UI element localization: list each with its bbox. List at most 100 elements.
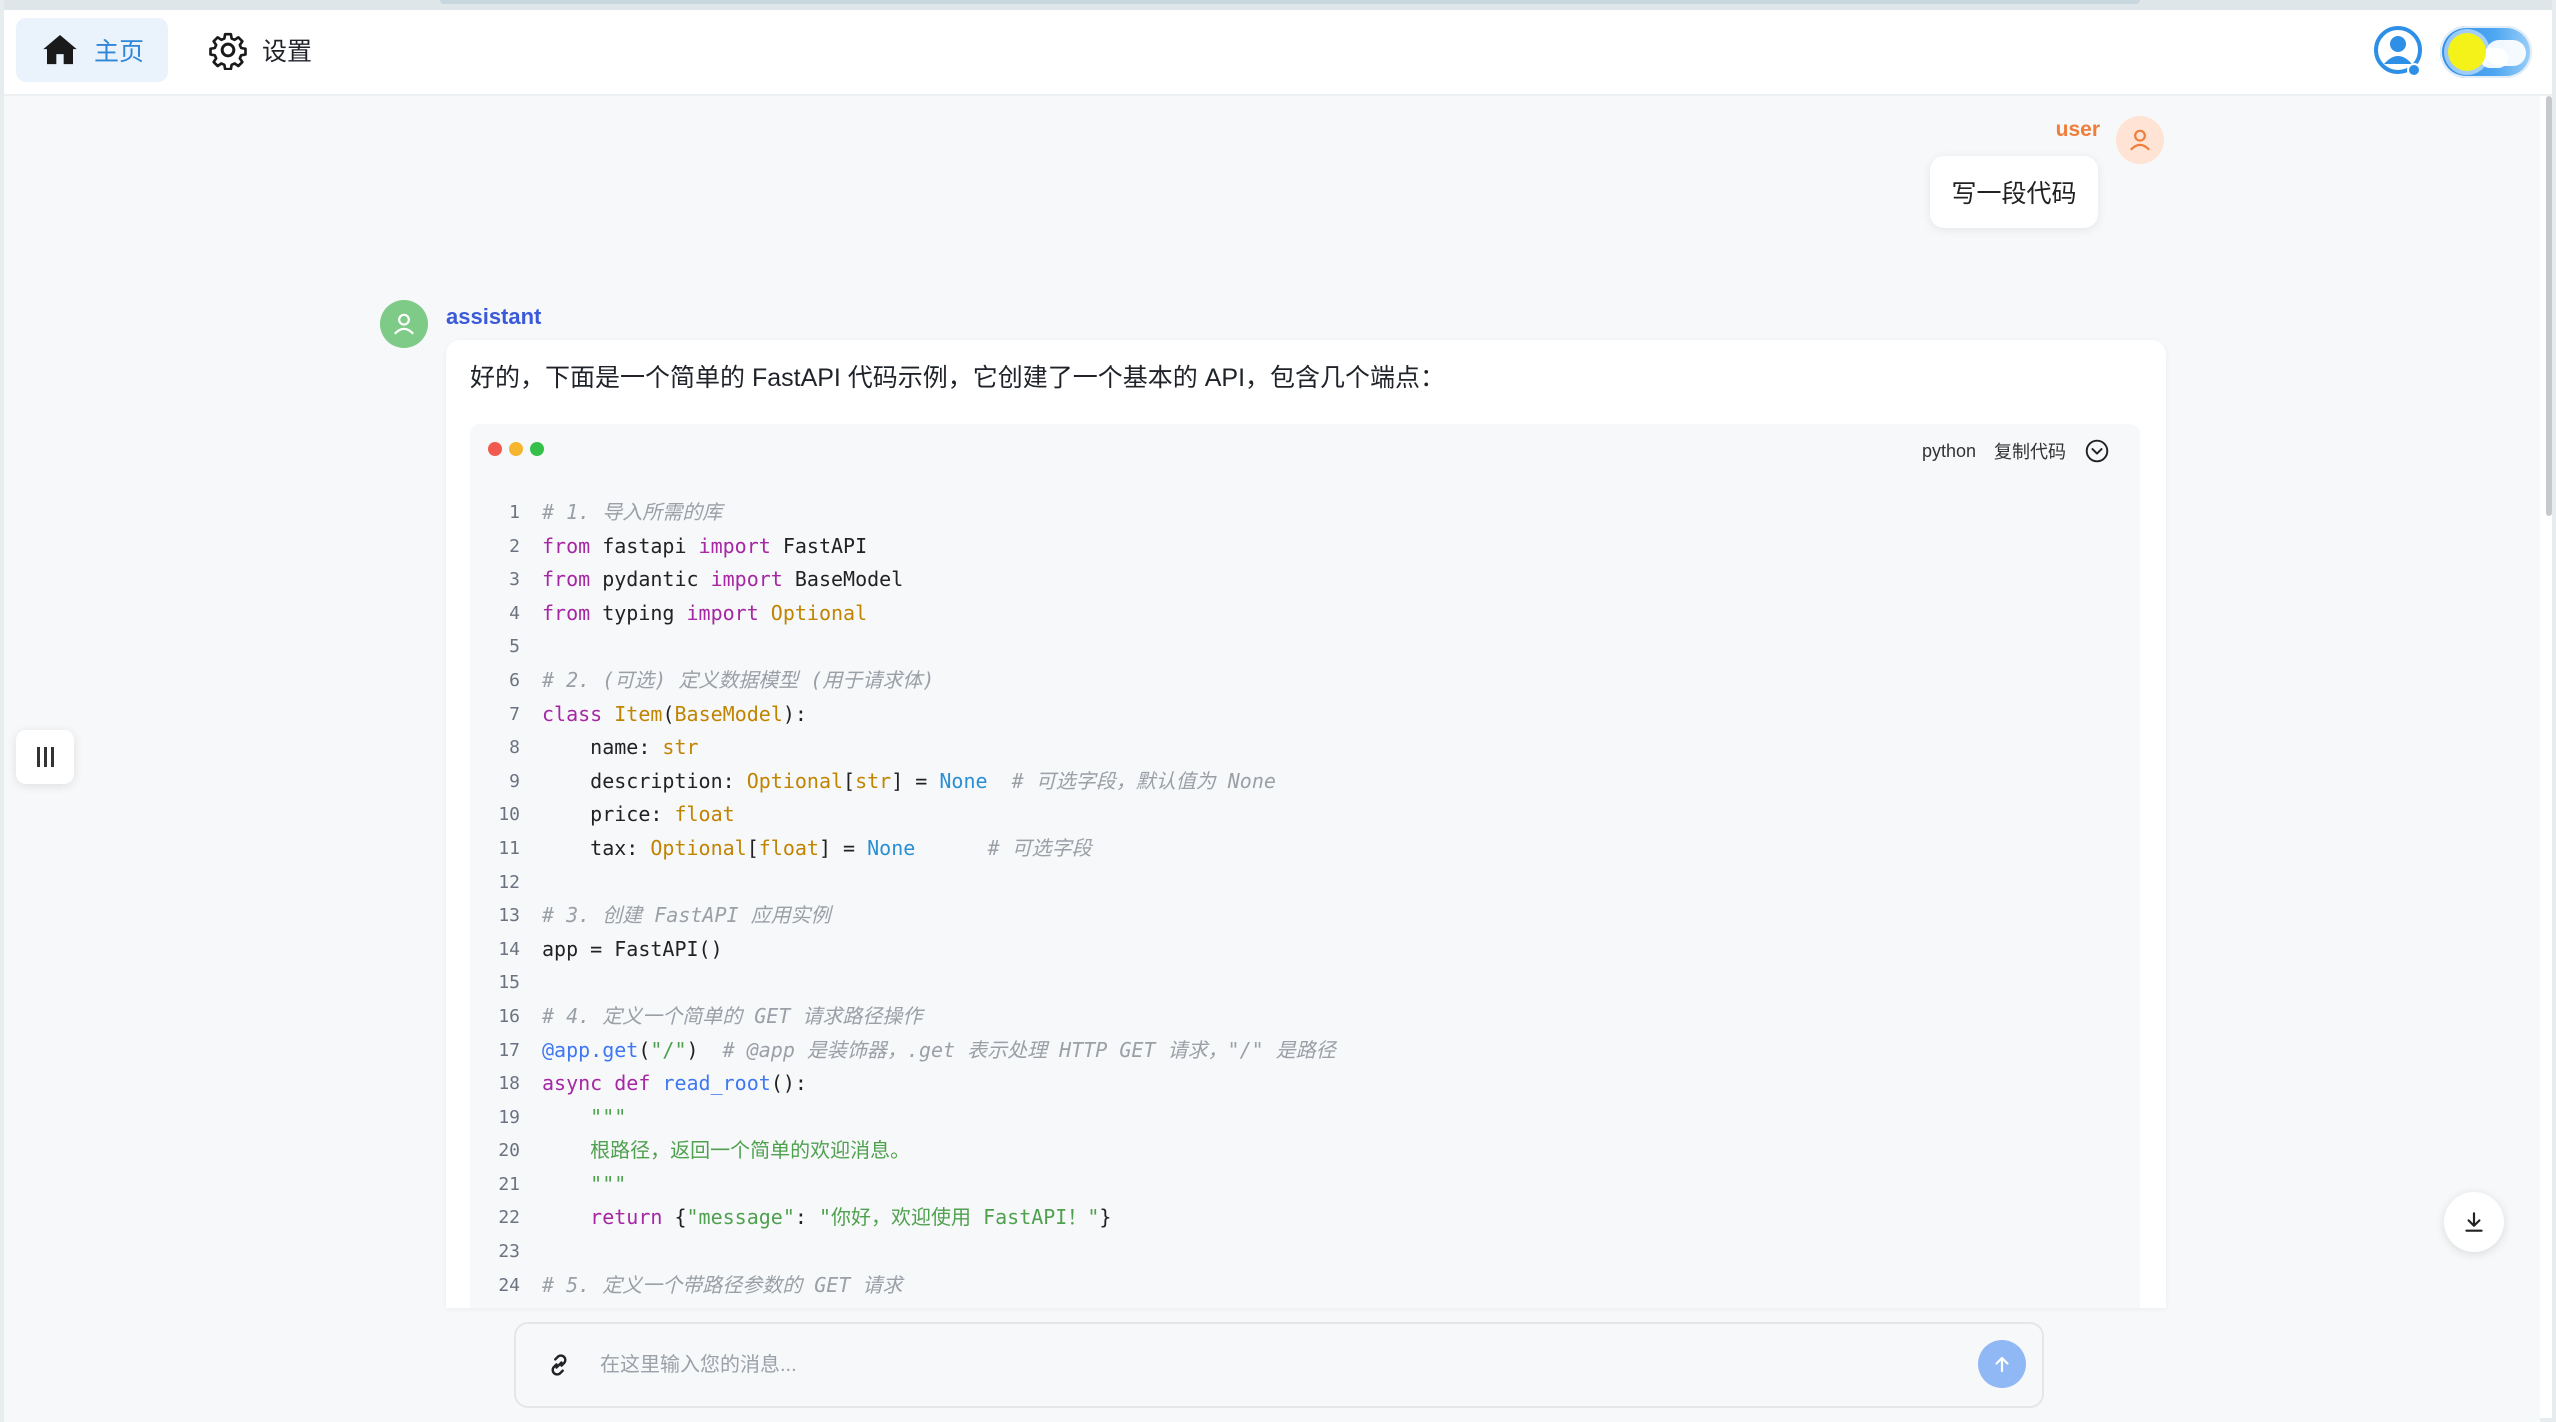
user-message-bubble: 写一段代码 <box>1930 156 2098 228</box>
code-token: str <box>662 735 699 760</box>
code-text: app = FastAPI() <box>542 933 723 967</box>
sidebar-toggle-button[interactable] <box>16 730 74 784</box>
red-dot-icon <box>488 442 502 456</box>
code-token: Optional <box>650 835 747 860</box>
code-text: # 4. 定义一个简单的 GET 请求路径操作 <box>542 1000 922 1034</box>
code-token: BaseModel <box>674 701 783 726</box>
message-composer <box>514 1322 2044 1408</box>
code-text: # 1. 导入所需的库 <box>542 496 722 530</box>
code-token: ] = <box>891 768 940 793</box>
code-token: [ <box>746 835 759 860</box>
code-text: """ <box>542 1101 626 1135</box>
line-number: 21 <box>498 1173 520 1195</box>
code-token: float <box>758 835 819 860</box>
nav-settings[interactable]: 设置 <box>184 18 336 82</box>
sidebar-toggle-icon <box>36 747 54 767</box>
chevron-down-circle-icon[interactable] <box>2084 438 2110 464</box>
line-number: 20 <box>498 1140 520 1162</box>
gear-icon <box>209 32 247 70</box>
code-token: typing <box>590 600 687 625</box>
code-text: 根路径，返回一个简单的欢迎消息。 <box>542 1134 910 1168</box>
line-number: 16 <box>498 1005 520 1027</box>
code-text: from pydantic import BaseModel <box>542 563 903 597</box>
code-language: python <box>1921 440 1976 461</box>
code-line: 6 # 2. (可选) 定义数据模型 (用于请求体) <box>470 664 2140 698</box>
user-name: user <box>2055 118 2100 141</box>
code-token: 根路径，返回一个简单的欢迎消息。 <box>542 1138 911 1163</box>
link-icon[interactable] <box>544 1350 574 1380</box>
code-text: # 5. 定义一个带路径参数的 GET 请求 <box>542 1269 902 1303</box>
window-tab-strip <box>440 0 2140 4</box>
user-avatar <box>2116 116 2164 164</box>
line-number: 23 <box>498 1241 520 1263</box>
code-line: 10 price: float <box>470 798 2140 832</box>
code-token: { <box>662 1205 687 1230</box>
code-token: return <box>590 1205 663 1230</box>
assistant-intro-text: 好的，下面是一个简单的 FastAPI 代码示例，它创建了一个基本的 API，包… <box>470 364 1446 392</box>
code-token: None <box>939 768 988 793</box>
code-token: BaseModel <box>782 567 904 592</box>
assistant-message-card: 好的，下面是一个简单的 FastAPI 代码示例，它创建了一个基本的 API，包… <box>446 340 2166 1308</box>
code-token: import <box>686 600 759 625</box>
green-dot-icon <box>530 442 544 456</box>
line-number: 24 <box>498 1274 520 1296</box>
code-token: fastapi <box>590 533 699 558</box>
download-button[interactable] <box>2444 1192 2504 1252</box>
chat-scrollbar[interactable] <box>2544 96 2554 516</box>
send-button[interactable] <box>1978 1340 2026 1388</box>
code-line: 18 async def read_root(): <box>470 1067 2140 1101</box>
code-token: tax: <box>542 835 651 860</box>
code-token: import <box>698 533 771 558</box>
line-number: 18 <box>498 1073 520 1095</box>
code-token: str <box>855 768 892 793</box>
scrollbar-thumb[interactable] <box>2546 96 2552 516</box>
assistant-name: assistant <box>446 304 542 329</box>
line-number: 8 <box>509 737 520 759</box>
theme-toggle[interactable] <box>2440 26 2532 78</box>
code-token: import <box>710 567 783 592</box>
code-token: ( <box>662 701 675 726</box>
code-token: : <box>794 1205 819 1230</box>
line-number: 12 <box>498 871 520 893</box>
code-text: # 3. 创建 FastAPI 应用实例 <box>542 899 831 933</box>
code-token: ): <box>782 701 807 726</box>
copy-code-button[interactable]: 复制代码 <box>1994 438 2066 464</box>
code-line: 17 @app.get("/") # @app 是装饰器，.get 表示处理 HT… <box>470 1034 2140 1068</box>
code-line: 2 from fastapi import FastAPI <box>470 530 2140 564</box>
code-token: description: <box>542 768 747 793</box>
assistant-avatar <box>380 300 428 348</box>
code-token: # 3. 创建 FastAPI 应用实例 <box>542 903 831 928</box>
line-number: 22 <box>498 1207 520 1229</box>
code-text: from fastapi import FastAPI <box>542 530 867 564</box>
user-circle-icon[interactable] <box>2372 24 2424 80</box>
user-icon <box>394 313 414 335</box>
code-line: 15 <box>470 966 2140 1000</box>
code-line: 9 description: Optional[str] = None # 可选… <box>470 765 2140 799</box>
code-token: FastAPI <box>770 533 868 558</box>
line-number: 7 <box>509 703 520 725</box>
code-token: "你好，欢迎使用 FastAPI！" <box>818 1205 1100 1230</box>
code-token: float <box>674 802 735 827</box>
nav-home[interactable]: 主页 <box>16 18 169 82</box>
code-token: "/" <box>650 1037 687 1062</box>
code-token: # 4. 定义一个简单的 GET 请求路径操作 <box>542 1003 923 1028</box>
code-line: 19 """ <box>470 1101 2140 1135</box>
line-number: 17 <box>498 1039 520 1061</box>
code-token: price: <box>542 802 675 827</box>
line-number: 14 <box>498 938 520 960</box>
code-text: price: float <box>542 798 735 832</box>
message-input[interactable] <box>598 1344 1862 1386</box>
line-number: 3 <box>509 569 520 591</box>
code-token: (): <box>770 1071 807 1096</box>
code-line: 1 # 1. 导入所需的库 <box>470 496 2140 530</box>
nav-settings-label: 设置 <box>262 38 313 66</box>
code-token: ) <box>686 1037 723 1062</box>
code-token: None <box>867 835 916 860</box>
code-line: 7 class Item(BaseModel): <box>470 698 2140 732</box>
code-token: from <box>542 600 591 625</box>
code-token: pydantic <box>590 567 711 592</box>
code-line: 23 <box>470 1235 2140 1269</box>
